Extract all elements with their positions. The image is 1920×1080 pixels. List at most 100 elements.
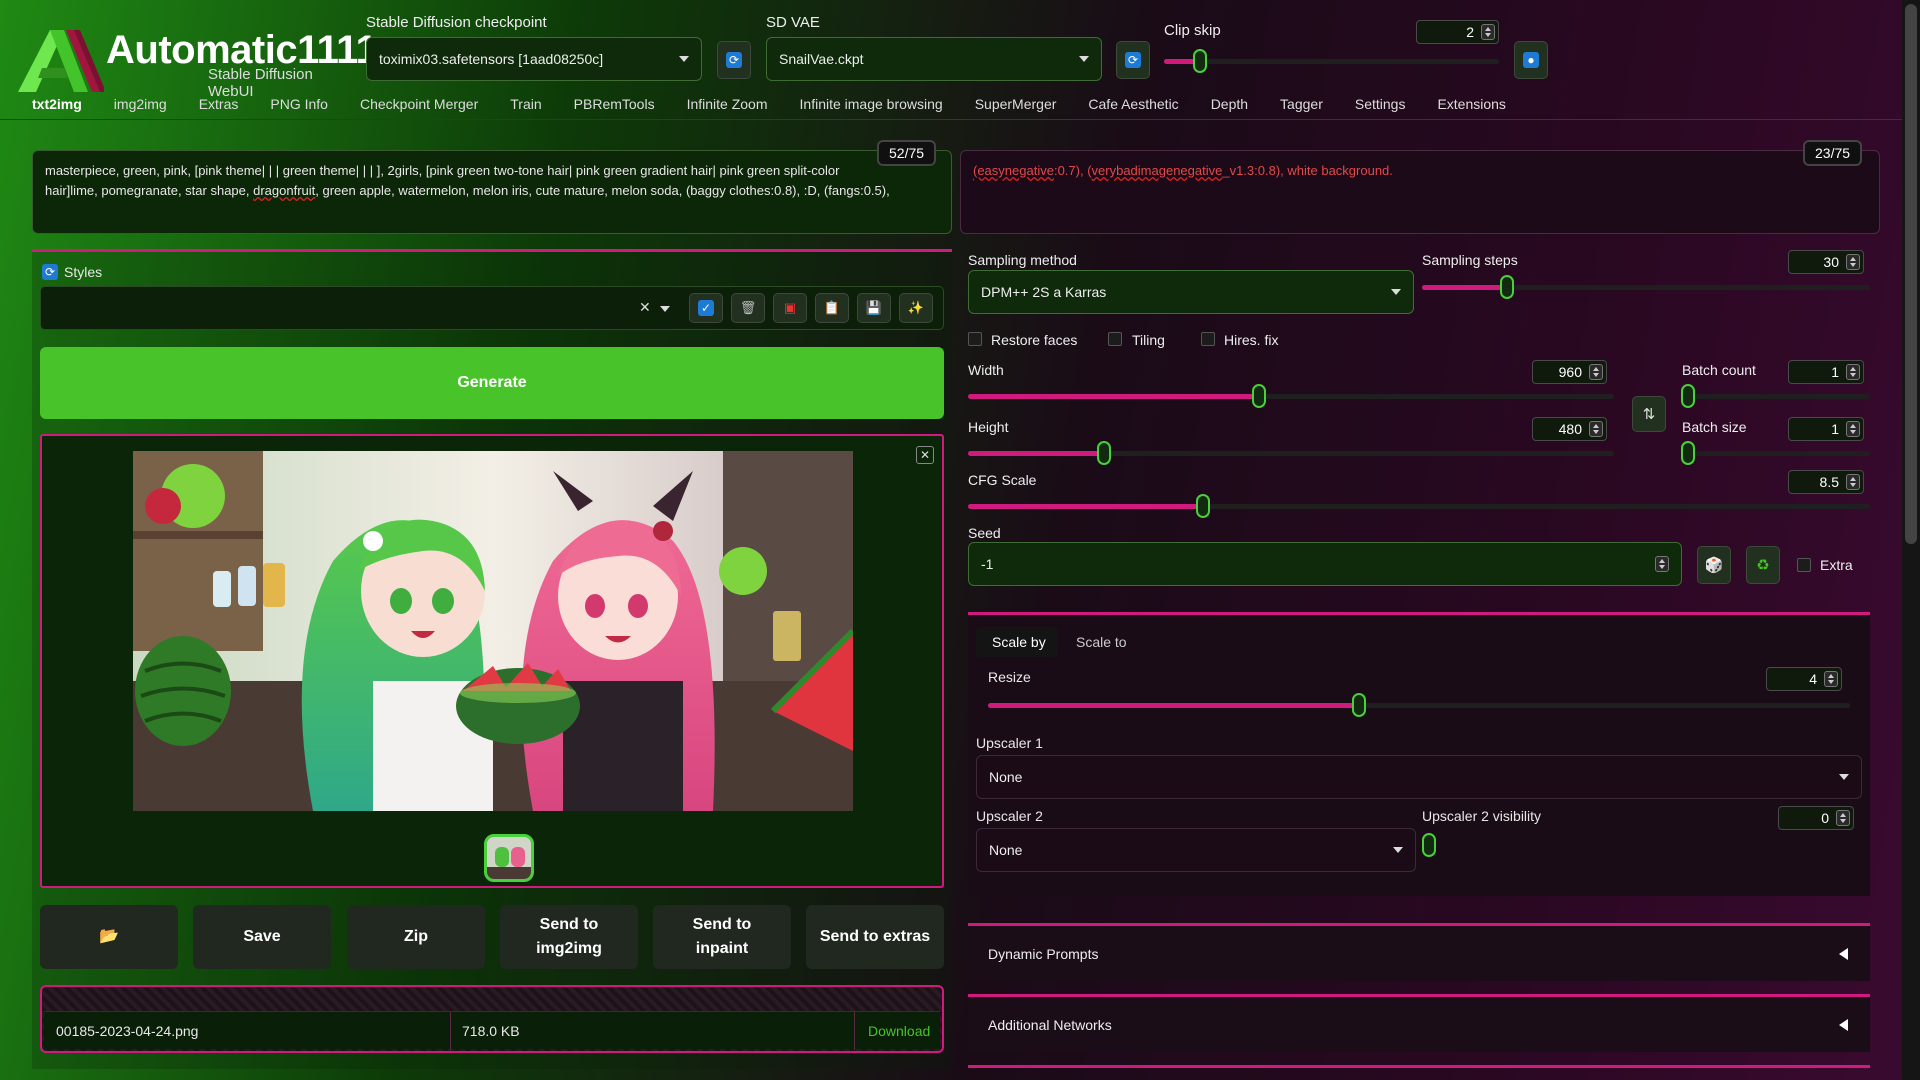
clipboard-button[interactable]: 📋 xyxy=(815,293,849,323)
spinner-icon[interactable] xyxy=(1846,254,1860,270)
tab-pbremtools[interactable]: PBRemTools xyxy=(574,96,655,118)
negative-prompt-input[interactable]: (easynegative:0.7), (verybadimagenegativ… xyxy=(960,150,1880,234)
hires-fix-label: Hires. fix xyxy=(1224,332,1279,348)
tiling-checkbox[interactable] xyxy=(1108,332,1122,346)
spinner-icon[interactable] xyxy=(1655,556,1669,572)
slider-thumb[interactable] xyxy=(1252,384,1266,408)
save-style-button[interactable]: 💾 xyxy=(857,293,891,323)
batch-count-slider[interactable] xyxy=(1681,384,1870,408)
close-icon[interactable]: ✕ xyxy=(639,299,651,316)
spinner-icon[interactable] xyxy=(1589,364,1603,380)
magic-button[interactable]: ✨ xyxy=(899,293,933,323)
tab-cafe-aesthetic[interactable]: Cafe Aesthetic xyxy=(1088,96,1178,118)
additional-networks-accordion[interactable]: Additional Networks xyxy=(968,994,1870,1052)
clip-skip-slider[interactable] xyxy=(1164,49,1499,73)
tab-supermerger[interactable]: SuperMerger xyxy=(975,96,1057,118)
sampling-steps-slider[interactable] xyxy=(1422,275,1870,299)
close-icon[interactable]: ✕ xyxy=(916,446,934,464)
tab-checkpoint-merger[interactable]: Checkpoint Merger xyxy=(360,96,478,118)
clip-skip-input[interactable]: 2 xyxy=(1416,20,1499,44)
tab-train[interactable]: Train xyxy=(510,96,541,118)
upscaler2-dropdown[interactable]: None xyxy=(976,828,1416,872)
slider-thumb[interactable] xyxy=(1681,384,1695,408)
send-to-inpaint-button[interactable]: Send to inpaint xyxy=(653,905,791,969)
scrollbar-thumb[interactable] xyxy=(1905,4,1917,544)
tab-infinite-zoom[interactable]: Infinite Zoom xyxy=(687,96,768,118)
open-folder-button[interactable]: 📂 xyxy=(40,905,178,969)
send-to-img2img-button[interactable]: Send to img2img xyxy=(500,905,638,969)
upscaler1-dropdown[interactable]: None xyxy=(976,755,1862,799)
sampling-method-dropdown[interactable]: DPM++ 2S a Karras xyxy=(968,270,1414,314)
upscaler2-visibility-slider[interactable] xyxy=(1422,833,1862,857)
refresh-vae-button[interactable]: ⟳ xyxy=(1116,41,1150,79)
slider-thumb[interactable] xyxy=(1500,275,1514,299)
slider-thumb[interactable] xyxy=(1681,441,1695,465)
spinner-icon[interactable] xyxy=(1846,421,1860,437)
resize-slider[interactable] xyxy=(988,693,1850,717)
resize-input[interactable]: 4 xyxy=(1766,667,1842,691)
slider-thumb[interactable] xyxy=(1097,441,1111,465)
read-params-button[interactable]: ▣ xyxy=(773,293,807,323)
tab-depth[interactable]: Depth xyxy=(1211,96,1248,118)
spinner-icon[interactable] xyxy=(1836,810,1850,826)
upscaler2-visibility-input[interactable]: 0 xyxy=(1778,806,1854,830)
tab-extensions[interactable]: Extensions xyxy=(1437,96,1505,118)
reuse-seed-button[interactable]: ♻ xyxy=(1746,546,1780,584)
generate-button[interactable]: Generate xyxy=(40,347,944,419)
generated-image[interactable] xyxy=(133,451,853,811)
vae-dropdown[interactable]: SnailVae.ckpt xyxy=(766,37,1102,81)
spinner-icon[interactable] xyxy=(1846,364,1860,380)
sampling-steps-input[interactable]: 30 xyxy=(1788,250,1864,274)
download-link[interactable]: Download xyxy=(868,1023,930,1039)
width-slider[interactable] xyxy=(968,384,1614,408)
batch-size-input[interactable]: 1 xyxy=(1788,417,1864,441)
refresh-checkpoint-button[interactable]: ⟳ xyxy=(717,41,751,79)
tab-extras[interactable]: Extras xyxy=(199,96,239,118)
swap-dimensions-button[interactable]: ⇅ xyxy=(1632,396,1666,432)
batch-count-input[interactable]: 1 xyxy=(1788,360,1864,384)
spinner-icon[interactable] xyxy=(1846,474,1860,490)
tab-txt2img[interactable]: txt2img xyxy=(32,96,82,118)
checkpoint-dropdown[interactable]: toximix03.safetensors [1aad08250c] xyxy=(366,37,702,81)
cfg-scale-slider[interactable] xyxy=(968,494,1870,518)
extra-seed-checkbox[interactable] xyxy=(1797,558,1811,572)
clear-prompt-button[interactable]: 🗑 xyxy=(731,293,765,323)
random-seed-button[interactable]: 🎲 xyxy=(1697,546,1731,584)
tab-scale-by[interactable]: Scale by xyxy=(976,627,1058,657)
zip-button[interactable]: Zip xyxy=(347,905,485,969)
spinner-icon[interactable] xyxy=(1589,421,1603,437)
tab-infinite-image-browsing[interactable]: Infinite image browsing xyxy=(800,96,943,118)
styles-refresh-icon[interactable]: ⟳ xyxy=(42,264,58,280)
apply-style-button[interactable]: ✓ xyxy=(689,293,723,323)
positive-prompt-input[interactable]: masterpiece, green, pink, [pink theme| |… xyxy=(32,150,952,234)
height-slider[interactable] xyxy=(968,441,1614,465)
batch-size-slider[interactable] xyxy=(1681,441,1870,465)
slider-thumb[interactable] xyxy=(1422,833,1436,857)
restore-faces-checkbox[interactable] xyxy=(968,332,982,346)
trash-icon: 🗑 xyxy=(739,300,757,315)
chevron-down-icon xyxy=(1079,56,1089,62)
spinner-icon[interactable] xyxy=(1481,24,1495,40)
hires-fix-checkbox[interactable] xyxy=(1201,332,1215,346)
gallery-thumbnail[interactable] xyxy=(484,834,534,882)
dynamic-prompts-accordion[interactable]: Dynamic Prompts xyxy=(968,923,1870,981)
tab-settings[interactable]: Settings xyxy=(1355,96,1406,118)
save-button[interactable]: Save xyxy=(193,905,331,969)
apply-settings-button[interactable]: ● xyxy=(1514,41,1548,79)
seed-input[interactable]: -1 xyxy=(968,542,1682,586)
chevron-down-icon[interactable] xyxy=(660,306,670,312)
slider-thumb[interactable] xyxy=(1193,49,1207,73)
page-scrollbar[interactable] xyxy=(1902,0,1920,1080)
styles-select[interactable]: ✕ ✓ 🗑 ▣ 📋 💾 ✨ xyxy=(40,286,944,330)
spinner-icon[interactable] xyxy=(1824,671,1838,687)
tab-png-info[interactable]: PNG Info xyxy=(270,96,328,118)
tab-img2img[interactable]: img2img xyxy=(114,96,167,118)
send-to-extras-button[interactable]: Send to extras xyxy=(806,905,944,969)
width-input[interactable]: 960 xyxy=(1532,360,1607,384)
tab-tagger[interactable]: Tagger xyxy=(1280,96,1323,118)
cfg-scale-input[interactable]: 8.5 xyxy=(1788,470,1864,494)
tab-scale-to[interactable]: Scale to xyxy=(1076,634,1127,650)
slider-thumb[interactable] xyxy=(1196,494,1210,518)
slider-thumb[interactable] xyxy=(1352,693,1366,717)
height-input[interactable]: 480 xyxy=(1532,417,1607,441)
